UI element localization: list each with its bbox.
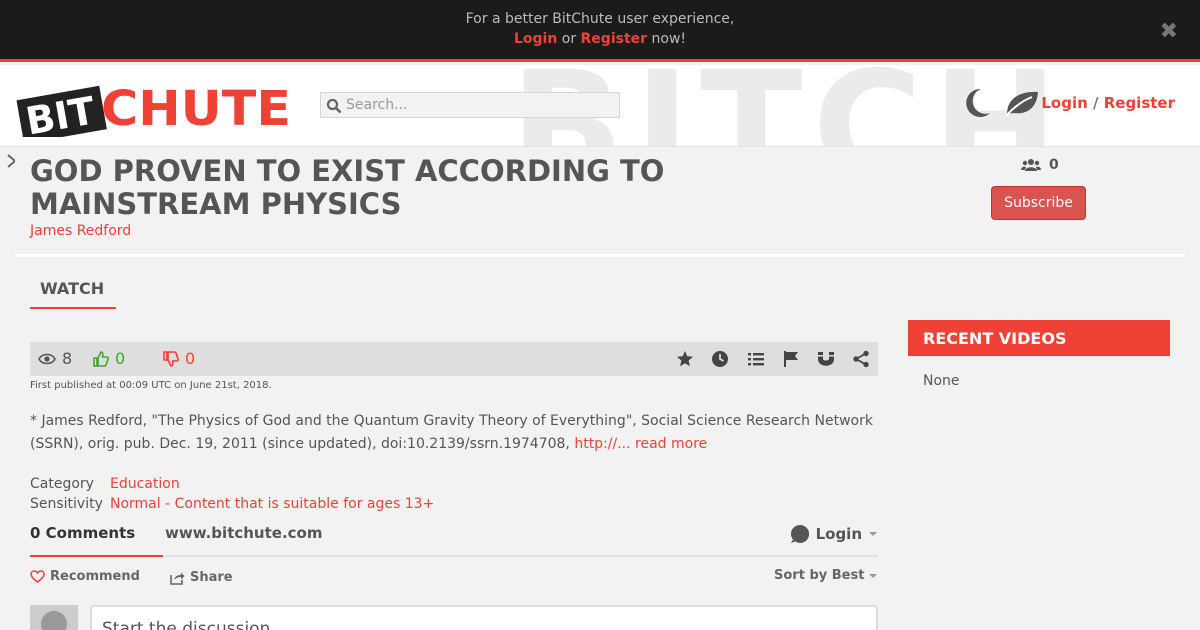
- comment-input[interactable]: Start the discussion...: [90, 605, 878, 630]
- sensitivity-link[interactable]: Normal - Content that is suitable for ag…: [110, 496, 434, 512]
- subscribe-button[interactable]: Subscribe: [991, 186, 1086, 220]
- published-date: First published at 00:09 UTC on June 21s…: [30, 380, 272, 391]
- eye-icon: [38, 353, 56, 364]
- sensitivity-row: Sensitivity Normal - Content that is suit…: [30, 496, 434, 512]
- like-count: 0: [115, 349, 126, 368]
- disqus-bubble-icon: [790, 524, 809, 543]
- channel-link[interactable]: James Redford: [30, 223, 131, 239]
- header-register-link[interactable]: Register: [1104, 94, 1175, 112]
- dislike-count: 0: [185, 349, 196, 368]
- sensitivity-label: Sensitivity: [30, 496, 103, 512]
- recommend-label: Recommend: [50, 569, 140, 584]
- comments-login-button[interactable]: Login: [790, 524, 878, 544]
- search-input[interactable]: [346, 95, 616, 115]
- share-label: Share: [190, 570, 233, 585]
- tab-watch[interactable]: WATCH: [30, 279, 116, 309]
- banner-register-link[interactable]: Register: [581, 31, 648, 47]
- view-count-value: 8: [62, 349, 73, 368]
- watch-later-clock-icon[interactable]: [711, 350, 729, 368]
- banner-actions: Login or Register now!: [0, 31, 1200, 47]
- sort-label: Sort by Best: [774, 568, 865, 583]
- search-icon: [326, 98, 342, 114]
- login-banner: For a better BitChute user experience, L…: [0, 0, 1200, 62]
- like-button[interactable]: 0: [93, 349, 125, 368]
- recent-videos-empty: None: [923, 373, 960, 389]
- comments-header: 0 Comments www.bitchute.com Login: [30, 524, 878, 557]
- recent-videos-title: RECENT VIDEOS: [908, 320, 1170, 356]
- share-icon[interactable]: [852, 350, 870, 368]
- banner-login-link[interactable]: Login: [514, 31, 557, 47]
- header-auth: Login / Register: [1041, 94, 1175, 112]
- thumbs-up-icon: [93, 350, 109, 367]
- comments-count-tab[interactable]: 0 Comments: [30, 524, 164, 557]
- users-icon: [1021, 159, 1041, 171]
- category-label: Category: [30, 476, 94, 492]
- description-text: * James Redford, "The Physics of God and…: [30, 413, 873, 452]
- chevron-down-icon: [869, 573, 878, 578]
- read-more-link[interactable]: read more: [631, 436, 707, 452]
- main-content: WATCH 8 0 0 First published at 00:09 UTC…: [15, 260, 1185, 630]
- category-row: Category Education: [30, 476, 180, 492]
- heart-icon: [30, 570, 45, 583]
- banner-message: For a better BitChute user experience,: [465, 11, 735, 27]
- thumbs-down-icon: [163, 350, 179, 367]
- view-count: 8: [38, 349, 72, 368]
- banner-now-text: now!: [647, 31, 687, 47]
- video-description: * James Redford, "The Physics of God and…: [30, 410, 890, 456]
- header-login-link[interactable]: Login: [1041, 94, 1087, 112]
- chevron-down-icon: [869, 532, 877, 536]
- description-link[interactable]: http://...: [574, 436, 630, 452]
- header-auth-separator: /: [1087, 94, 1104, 112]
- moon-icon[interactable]: [963, 87, 991, 119]
- comments-site-link[interactable]: www.bitchute.com: [165, 524, 322, 542]
- sort-dropdown[interactable]: Sort by Best: [774, 568, 878, 583]
- leaf-icon[interactable]: [1004, 89, 1040, 117]
- banner-close-icon[interactable]: ✖: [1160, 19, 1178, 44]
- flag-icon[interactable]: [782, 350, 800, 368]
- recommend-button[interactable]: Recommend: [30, 569, 140, 584]
- video-title: GOD PROVEN TO EXIST ACCORDING TO MAINSTR…: [30, 154, 665, 221]
- bitchute-logo[interactable]: BIT CHUTE: [15, 75, 295, 137]
- favorite-star-icon[interactable]: [676, 350, 694, 368]
- comments-login-label: Login: [815, 525, 862, 543]
- banner-or-text: or: [557, 31, 581, 47]
- share-box-icon: [170, 572, 185, 585]
- svg-text:CHUTE: CHUTE: [101, 81, 291, 137]
- playlist-icon[interactable]: [747, 350, 765, 368]
- comments-share-button[interactable]: Share: [170, 570, 233, 585]
- svg-text:BIT: BIT: [23, 88, 99, 137]
- dislike-button[interactable]: 0: [163, 349, 195, 368]
- site-header: BITCH BIT CHUTE Login / Register: [0, 65, 1200, 147]
- subscriber-count-value: 0: [1049, 157, 1059, 173]
- video-title-block: GOD PROVEN TO EXIST ACCORDING TO MAINSTR…: [15, 151, 1185, 257]
- search-box[interactable]: [320, 92, 620, 118]
- video-stats-bar: 8 0 0: [30, 342, 878, 376]
- magnet-icon[interactable]: [817, 350, 835, 368]
- avatar: [30, 605, 78, 630]
- subscriber-count: 0: [1021, 157, 1059, 173]
- category-link[interactable]: Education: [110, 476, 180, 492]
